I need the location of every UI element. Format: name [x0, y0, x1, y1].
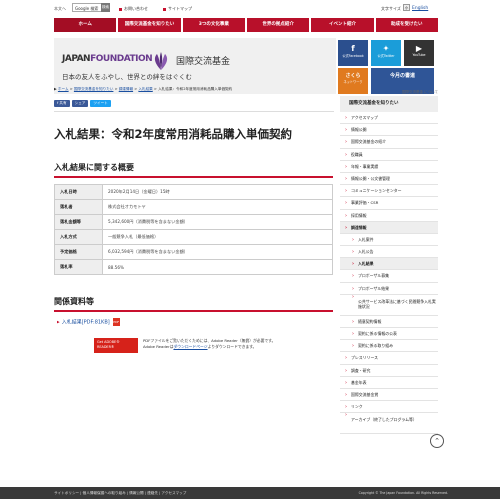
- table-row: 予定価格 6,032,594円（消費税等を含まない金額）: [54, 244, 333, 260]
- sidebar-item[interactable]: 事業評価・CSR: [340, 197, 438, 210]
- sidebar-item[interactable]: 役職員: [340, 149, 438, 161]
- sidebar-item[interactable]: プロポーザル募集: [340, 270, 438, 283]
- share-button[interactable]: シェア: [71, 100, 89, 107]
- breadcrumb: ▶ ホーム > 国際交流基金を知りたい > 調達情報 > 入札結果 > 入札結果…: [54, 87, 233, 91]
- table-row: 入札日時 2020年2月14日（金曜日）15時: [54, 184, 333, 200]
- gnav-home[interactable]: ホーム: [54, 18, 117, 32]
- search-input[interactable]: Google 検索: [72, 3, 102, 12]
- row-value: 6,032,594円（消費税等を含まない金額）: [102, 244, 333, 260]
- sidebar-item[interactable]: アーカイブ（終了したプログラム等）: [340, 413, 438, 435]
- tagline: 日本の友人をふやし、世界との絆をはぐくむ: [62, 73, 192, 81]
- utility-bar: 本文へ Google 検索 検索 お問い合わせ サイトマップ 文字サイズ 小 中…: [0, 0, 500, 16]
- breadcrumb-current: 入札結果：令和2年度常用消耗品購入単価契約: [158, 87, 233, 91]
- font-size-label: 文字サイズ: [381, 6, 401, 11]
- bid-result-table: 入札日時 2020年2月14日（金曜日）15時 落札者 株式会社オカモトヤ 落札金額…: [54, 184, 333, 275]
- bid-result-pdf-link[interactable]: 入札結果[PDF:81KB]PDF: [57, 318, 120, 326]
- facebook-share-button[interactable]: f 共有: [54, 100, 70, 107]
- gnav-offices[interactable]: 世界の拠点紹介: [246, 18, 310, 32]
- row-label: 予定価格: [54, 244, 103, 260]
- header-banner: JAPANFOUNDATION 国際交流基金 日本の友人をふやし、世界との絆をは…: [54, 38, 336, 94]
- sidebar-item[interactable]: 入札公告: [340, 246, 438, 259]
- row-value: 2020年2月14日（金曜日）15時: [102, 184, 333, 200]
- youtube-icon: ▶: [415, 44, 423, 53]
- divider: [54, 111, 334, 112]
- table-row: 落札金額等 5,342,600円（消費税等を含まない金額）: [54, 214, 333, 230]
- about-link[interactable]: 国際交流基金 について: [338, 90, 438, 95]
- summary-heading: 入札結果に関する概要: [54, 162, 333, 178]
- row-label: 入札日時: [54, 184, 103, 200]
- sidebar-item[interactable]: プロポーザル結果: [340, 283, 438, 295]
- sidebar-heading[interactable]: 国際交流基金を知りたい: [340, 96, 438, 112]
- row-value: 5,342,600円（消費税等を含まない金額）: [102, 214, 333, 230]
- row-label: 落札率: [54, 259, 103, 275]
- sidebar-item[interactable]: アクセスマップ: [340, 112, 438, 125]
- social-links: f 公式Facebook ✦ 公式Twitter ▶ YouTube さくら ネットワー…: [338, 38, 438, 94]
- sidebar-item[interactable]: プレスリリース: [340, 352, 438, 365]
- page-title: 入札結果：令和2年度常用消耗品購入単価契約: [54, 127, 292, 141]
- row-value: 一般競争入札（最低価格）: [102, 229, 333, 245]
- breadcrumb-about[interactable]: 国際交流基金を知りたい: [74, 87, 114, 91]
- sidebar-item[interactable]: 公共サービス改革法に基づく民間競争入札実施状況: [340, 295, 438, 316]
- row-label: 落札金額等: [54, 214, 103, 230]
- footer-links[interactable]: サイトポリシー | 個人情報保護への取り組み | 情報公開 | 連絡先 | アク…: [54, 491, 186, 496]
- get-adobe-reader-badge[interactable]: Get ADOBE® READER®: [94, 338, 138, 353]
- row-label: 入札方式: [54, 229, 103, 245]
- facebook-icon: f: [351, 44, 355, 53]
- youtube-button[interactable]: ▶ YouTube: [404, 40, 434, 66]
- sidebar: 国際交流基金を知りたい アクセスマップ情報公開国際交流基金の紹介役職員年報・事業…: [340, 96, 438, 435]
- sidebar-item[interactable]: 情報公開・公文書管理: [340, 173, 438, 186]
- sidebar-item[interactable]: 契約に係る情報の公表: [340, 328, 438, 341]
- sitemap-link[interactable]: サイトマップ: [163, 6, 192, 12]
- breadcrumb-procurement[interactable]: 調達情報: [119, 87, 133, 91]
- related-docs-heading: 関係資料等: [54, 296, 333, 312]
- sidebar-item[interactable]: 随意契約情報: [340, 316, 438, 328]
- gnav-grants[interactable]: 助成を受けたい: [375, 18, 438, 32]
- sidebar-item[interactable]: 調達情報: [340, 221, 438, 234]
- sidebar-item[interactable]: 入札結果: [340, 258, 438, 271]
- sidebar-item[interactable]: 国際交流基金賞: [340, 389, 438, 402]
- row-value: 株式会社オカモトヤ: [102, 199, 333, 215]
- twitter-button[interactable]: ✦ 公式Twitter: [371, 40, 401, 66]
- sidebar-item[interactable]: コミュニケーションセンター: [340, 185, 438, 198]
- row-label: 落札者: [54, 199, 103, 215]
- pdf-icon: PDF: [112, 318, 120, 326]
- copyright: Copyright © The Japan Foundation. All Ri…: [358, 491, 448, 495]
- sidebar-item[interactable]: 調査・研究: [340, 365, 438, 377]
- arrow-up-icon: ⌃: [434, 437, 440, 445]
- table-row: 落札者 株式会社オカモトヤ: [54, 199, 333, 215]
- table-row: 落札率 88.56%: [54, 259, 333, 275]
- table-row: 入札方式 一般競争入札（最低価格）: [54, 229, 333, 245]
- row-value: 88.56%: [102, 259, 333, 275]
- footer: サイトポリシー | 個人情報保護への取り組み | 情報公開 | 連絡先 | アク…: [0, 487, 500, 499]
- sidebar-item[interactable]: 入札案件: [340, 234, 438, 247]
- search-button[interactable]: 検索: [101, 3, 110, 12]
- sidebar-item[interactable]: 情報公開: [340, 124, 438, 137]
- skip-to-content-link[interactable]: 本文へ: [54, 6, 66, 12]
- gnav-about[interactable]: 国際交流基金を知りたい: [118, 18, 181, 32]
- breadcrumb-home[interactable]: ホーム: [58, 87, 69, 91]
- logo-text[interactable]: JAPANFOUNDATION: [62, 54, 153, 64]
- sidebar-item[interactable]: 基金年表: [340, 377, 438, 389]
- share-buttons: f 共有 シェア ツイート: [54, 100, 113, 107]
- gnav-programs[interactable]: 3つの文化事業: [182, 18, 245, 32]
- gnav-events[interactable]: イベント紹介: [311, 18, 374, 32]
- adobe-download-link[interactable]: ダウンロードページ: [173, 344, 207, 349]
- tweet-button[interactable]: ツイート: [90, 100, 111, 107]
- sidebar-item[interactable]: リンク: [340, 401, 438, 414]
- sidebar-item[interactable]: 国際交流基金の紹介: [340, 136, 438, 149]
- sidebar-item[interactable]: 契約に係る取り組み: [340, 340, 438, 353]
- twitter-icon: ✦: [382, 44, 390, 53]
- sidebar-item[interactable]: 年報・事業実績: [340, 161, 438, 173]
- contact-link[interactable]: お問い合わせ: [119, 6, 148, 12]
- font-size-small-button[interactable]: 小: [403, 4, 410, 11]
- back-to-top-button[interactable]: ⌃: [430, 434, 444, 448]
- japan-foundation-logo-icon: [154, 52, 168, 70]
- adobe-notice: PDFファイルをご覧いただくためには、Adobe Reader（無償）が必要です…: [143, 338, 276, 349]
- breadcrumb-results[interactable]: 入札結果: [138, 87, 152, 91]
- sidebar-item[interactable]: 採用情報: [340, 210, 438, 222]
- facebook-button[interactable]: f 公式Facebook: [338, 40, 368, 66]
- global-nav: ホーム 国際交流基金を知りたい 3つの文化事業 世界の拠点紹介 イベント紹介 助…: [54, 18, 438, 32]
- english-link[interactable]: English: [412, 6, 428, 11]
- japanese-name: 国際交流基金: [176, 57, 231, 67]
